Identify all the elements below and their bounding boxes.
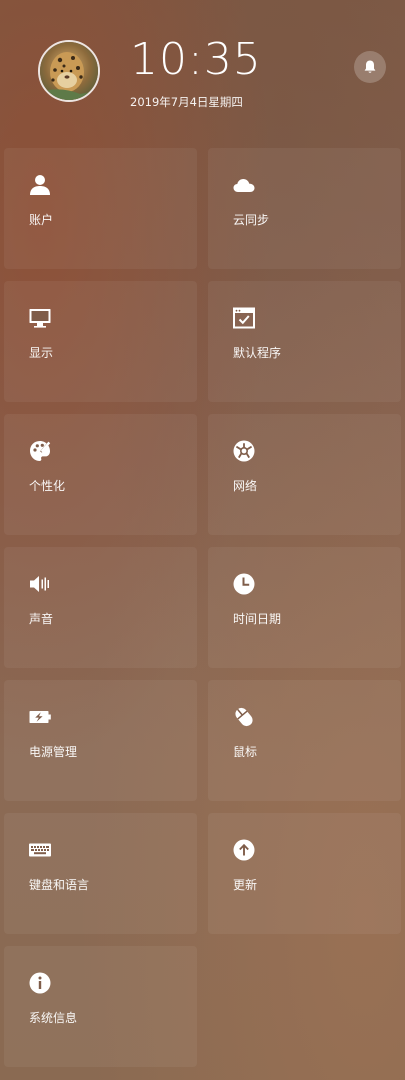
tile-label: 显示 xyxy=(29,346,54,360)
mouse-icon xyxy=(235,707,253,727)
tile-label: 个性化 xyxy=(29,479,66,493)
header: 10:35 2019年7月4日星期四 xyxy=(0,0,405,140)
tile-update[interactable]: 更新 xyxy=(208,813,401,934)
bell-icon xyxy=(364,60,376,73)
user-avatar[interactable] xyxy=(38,40,100,102)
tile-power[interactable]: 电源管理 xyxy=(4,680,197,801)
tile-sound[interactable]: 声音 xyxy=(4,547,197,668)
update-icon xyxy=(233,839,255,861)
tile-label: 系统信息 xyxy=(29,1011,78,1025)
tile-label: 默认程序 xyxy=(233,346,282,360)
default-app-icon xyxy=(233,307,255,329)
tile-label: 更新 xyxy=(233,878,258,892)
tile-label: 网络 xyxy=(233,479,258,493)
notification-button[interactable] xyxy=(354,51,386,83)
clock-time: 10:35 xyxy=(130,34,262,85)
tile-personalization[interactable]: 个性化 xyxy=(4,414,197,535)
tile-label: 声音 xyxy=(29,612,54,626)
tile-display[interactable]: 显示 xyxy=(4,281,197,402)
clock-icon xyxy=(233,573,255,595)
leopard-avatar-icon xyxy=(40,42,98,100)
tile-label: 云同步 xyxy=(233,213,270,227)
tile-label: 键盘和语言 xyxy=(29,878,90,892)
tile-label: 时间日期 xyxy=(233,612,282,626)
cloud-icon xyxy=(233,179,255,192)
tile-system-info[interactable]: 系统信息 xyxy=(4,946,197,1067)
speaker-icon xyxy=(30,576,49,592)
battery-icon xyxy=(29,711,51,723)
tile-default-apps[interactable]: 默认程序 xyxy=(208,281,401,402)
tile-date-time[interactable]: 时间日期 xyxy=(208,547,401,668)
monitor-icon xyxy=(29,309,51,328)
clock-date: 2019年7月4日星期四 xyxy=(130,95,243,109)
palette-icon xyxy=(30,441,51,461)
info-icon xyxy=(29,972,51,994)
tile-mouse[interactable]: 鼠标 xyxy=(208,680,401,801)
tile-network[interactable]: 网络 xyxy=(208,414,401,535)
tile-label: 账户 xyxy=(29,213,54,227)
tile-account[interactable]: 账户 xyxy=(4,148,197,269)
tile-cloud-sync[interactable]: 云同步 xyxy=(208,148,401,269)
network-icon xyxy=(233,440,255,462)
keyboard-icon xyxy=(29,843,51,857)
tile-keyboard-language[interactable]: 键盘和语言 xyxy=(4,813,197,934)
tile-label: 电源管理 xyxy=(29,745,78,759)
tile-label: 鼠标 xyxy=(233,745,258,759)
account-icon xyxy=(30,175,50,195)
